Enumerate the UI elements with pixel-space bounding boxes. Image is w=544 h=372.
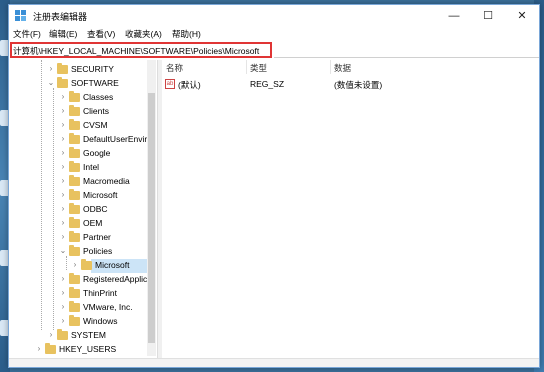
column-header-name[interactable]: 名称 [166, 62, 183, 74]
folder-icon [69, 189, 80, 200]
folder-icon [69, 231, 80, 242]
expand-arrow-icon[interactable]: › [59, 190, 67, 200]
tree-item-label: OEM [83, 218, 103, 228]
tree-item-label: Clients [83, 106, 109, 116]
folder-icon [69, 105, 80, 116]
folder-icon [69, 315, 80, 326]
tree-item-label: SOFTWARE [71, 78, 119, 88]
window-title: 注册表编辑器 [33, 12, 88, 22]
tree-item-label: Google [83, 148, 111, 158]
tree-guide-line [41, 60, 42, 330]
folder-icon [57, 329, 68, 340]
expand-arrow-icon[interactable]: › [35, 344, 43, 354]
folder-icon [69, 273, 80, 284]
values-list: 名称 类型 数据 ab (默认) REG_SZ (数值未设置) [162, 60, 538, 360]
expand-arrow-icon[interactable]: › [59, 162, 67, 172]
folder-icon [57, 63, 68, 74]
menu-edit[interactable]: 编辑(E) [49, 28, 77, 40]
address-bar[interactable]: 计算机\HKEY_LOCAL_MACHINE\SOFTWARE\Policies… [10, 42, 272, 58]
string-value-icon: ab [165, 79, 175, 89]
menu-view[interactable]: 查看(V) [87, 28, 115, 40]
minimize-button[interactable]: — [437, 5, 471, 27]
close-button[interactable]: ✕ [505, 5, 539, 27]
menu-help[interactable]: 帮助(H) [172, 28, 201, 40]
menu-bar: 文件(F) 编辑(E) 查看(V) 收藏夹(A) 帮助(H) [9, 27, 539, 41]
tree-item-label: VMware, Inc. [83, 302, 133, 312]
folder-icon [69, 203, 80, 214]
expand-arrow-icon[interactable]: › [59, 106, 67, 116]
folder-icon [57, 77, 68, 88]
tree-item-label: HKEY_USERS [59, 344, 117, 354]
folder-icon [69, 161, 80, 172]
tree-item-label: Policies [83, 246, 113, 256]
expand-arrow-icon[interactable]: › [59, 176, 67, 186]
expand-arrow-icon[interactable]: › [59, 204, 67, 214]
tree-item-label: CVSM [83, 120, 108, 130]
value-type: REG_SZ [250, 79, 285, 89]
tree-item-label: ODBC [83, 204, 108, 214]
tree-item-label: Partner [83, 232, 111, 242]
folder-icon [69, 147, 80, 158]
expand-arrow-icon[interactable]: › [59, 148, 67, 158]
value-name[interactable]: (默认) [178, 79, 201, 91]
tree-guide-line [53, 88, 54, 330]
expand-arrow-icon[interactable]: › [59, 274, 67, 284]
tree-item-label: Classes [83, 92, 114, 102]
expand-arrow-icon[interactable]: › [59, 316, 67, 326]
regedit-icon [15, 10, 26, 21]
expand-arrow-icon[interactable]: › [47, 330, 55, 340]
tree-item-label: SECURITY [71, 64, 114, 74]
column-divider[interactable] [246, 60, 247, 74]
folder-icon [69, 133, 80, 144]
expand-arrow-icon[interactable]: › [59, 302, 67, 312]
tree-item-label: Microsoft [83, 190, 118, 200]
folder-icon [69, 287, 80, 298]
address-bar-extension[interactable] [274, 43, 539, 58]
expand-arrow-icon[interactable]: › [59, 92, 67, 102]
expand-arrow-icon[interactable]: › [59, 134, 67, 144]
folder-icon [69, 175, 80, 186]
maximize-button[interactable]: ☐ [471, 5, 505, 27]
tree-scrollbar-thumb[interactable] [148, 93, 155, 343]
tree-item-label: SYSTEM [71, 330, 106, 340]
registry-editor-window: 注册表编辑器 — ☐ ✕ 文件(F) 编辑(E) 查看(V) 收藏夹(A) 帮助… [8, 4, 540, 368]
folder-icon [69, 119, 80, 130]
address-path: 计算机\HKEY_LOCAL_MACHINE\SOFTWARE\Policies… [13, 46, 260, 56]
menu-file[interactable]: 文件(F) [13, 28, 41, 40]
folder-icon [69, 245, 80, 256]
expand-arrow-icon[interactable]: › [71, 260, 79, 270]
tree-item-label: Intel [83, 162, 100, 172]
menu-favorites[interactable]: 收藏夹(A) [125, 28, 162, 40]
value-data: (数值未设置) [334, 80, 383, 90]
folder-icon [69, 217, 80, 228]
tree-item-label: DefaultUserEnviro [83, 134, 152, 144]
folder-icon [45, 343, 56, 354]
tree-item-label: ThinPrint [83, 288, 118, 298]
registry-tree: › SECURITY ⌄ SOFTWARE › Classes › Clients › CVSM ›… [9, 60, 156, 360]
tree-item-label: Microsoft [95, 260, 130, 270]
expand-arrow-icon[interactable]: › [59, 218, 67, 228]
status-bar [9, 358, 539, 367]
column-divider[interactable] [330, 60, 331, 74]
column-header-type[interactable]: 类型 [250, 62, 267, 74]
collapse-arrow-icon[interactable]: ⌄ [59, 246, 67, 256]
expand-arrow-icon[interactable]: › [59, 120, 67, 130]
folder-icon [69, 91, 80, 102]
title-bar[interactable]: 注册表编辑器 — ☐ ✕ [9, 5, 539, 27]
tree-guide-line [66, 256, 67, 270]
tree-item-label: RegisteredApplica [83, 274, 152, 284]
collapse-arrow-icon[interactable]: ⌄ [47, 78, 55, 88]
tree-item-label: Windows [83, 316, 118, 326]
column-header-data[interactable]: 数据 [334, 62, 351, 74]
expand-arrow-icon[interactable]: › [59, 288, 67, 298]
folder-icon [81, 259, 92, 270]
tree-item-label: Macromedia [83, 176, 130, 186]
expand-arrow-icon[interactable]: › [47, 64, 55, 74]
expand-arrow-icon[interactable]: › [59, 232, 67, 242]
folder-icon [69, 301, 80, 312]
